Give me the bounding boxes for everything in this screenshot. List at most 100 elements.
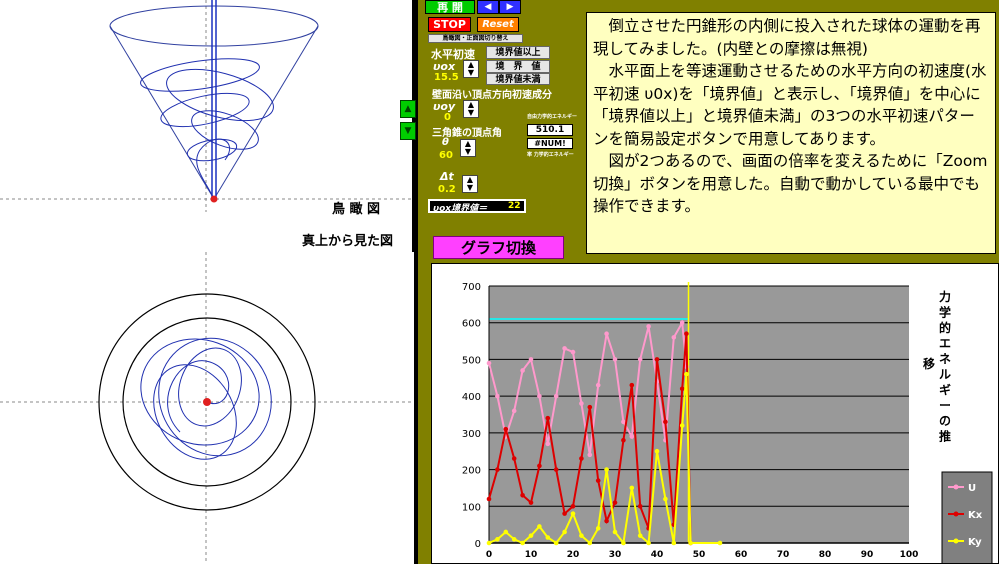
stop-button[interactable]: STOP xyxy=(428,17,471,32)
reset-button[interactable]: Reset xyxy=(477,17,519,32)
data-point-Kx xyxy=(663,419,668,425)
data-point-U xyxy=(520,368,525,373)
data-point-Ky xyxy=(595,526,601,531)
top-view-label: 真上から見た図 xyxy=(302,234,394,249)
legend-label-U: U xyxy=(968,483,976,494)
data-point-Ky xyxy=(629,485,635,491)
data-point-Kx xyxy=(503,426,509,432)
boundary-value: 22 xyxy=(508,201,521,211)
data-point-U xyxy=(537,393,542,399)
left-arrow-icon: ◀ xyxy=(484,2,492,12)
data-point-Kx xyxy=(595,478,601,483)
data-point-Ky xyxy=(684,371,689,377)
data-point-U xyxy=(604,331,609,337)
data-point-Ky xyxy=(663,496,668,502)
x-tick-label: 100 xyxy=(900,550,919,560)
data-point-U xyxy=(646,324,651,329)
boundary-button[interactable]: 境 界 値 xyxy=(486,60,550,73)
data-point-U xyxy=(579,401,584,406)
step-forward-button[interactable]: ▶ xyxy=(499,0,521,14)
data-point-Ky xyxy=(646,540,651,546)
data-point-Kx xyxy=(579,456,584,461)
data-point-Kx xyxy=(684,331,689,337)
x-tick-label: 40 xyxy=(651,550,664,560)
scroll-up-button[interactable]: ▲ xyxy=(400,100,416,118)
chart-title-char: ネ xyxy=(939,352,951,366)
chart-title-char: ー xyxy=(939,399,951,413)
boundary-value-box: υox境界値＝ 22 xyxy=(428,199,526,214)
legend-label-Kx: Kx xyxy=(968,510,983,521)
y-tick-label: 200 xyxy=(462,466,481,477)
bird-view-label: 鳥 瞰 図 xyxy=(320,200,392,220)
legend-box xyxy=(941,471,993,563)
data-point-U xyxy=(570,349,576,355)
data-point-Ky xyxy=(654,448,660,454)
energy-chart-svg: 0 100 200 300 400 500 600 700 0 10 20 30 40 50 60 70 80 9… xyxy=(462,282,993,563)
data-point-Kx xyxy=(545,415,551,421)
below-boundary-button[interactable]: 境界値未満 xyxy=(486,73,550,85)
data-point-Ky xyxy=(671,540,677,546)
chart-title-char: の xyxy=(939,414,951,428)
legend-marker-Ky xyxy=(953,538,959,544)
view-labels-strip: 鳥 瞰 図 真上から見た図 xyxy=(0,200,414,252)
x-tick-label: 60 xyxy=(735,550,748,560)
view-toggle-button[interactable]: 鳥瞰図・正面図切り替え xyxy=(428,34,523,43)
resume-button[interactable]: 再 開 xyxy=(425,0,475,14)
data-point-U xyxy=(545,441,551,447)
data-point-Ky xyxy=(612,529,618,535)
data-point-Kx xyxy=(562,511,567,516)
data-point-U xyxy=(587,452,593,458)
data-point-U xyxy=(595,382,601,388)
data-point-U xyxy=(629,434,635,439)
data-point-Ky xyxy=(520,540,525,546)
legend-marker-U xyxy=(953,484,959,490)
description-paragraph-3: 図が2つあるので、画面の倍率を変えるために「Zoom切換」ボタンを用意した。自動… xyxy=(593,152,988,215)
wall-initial-label: 壁面沿い頂点方向初速成分 xyxy=(432,90,552,101)
top-ball-marker xyxy=(203,398,211,406)
stepper-down-icon: ▼ xyxy=(464,147,472,156)
data-point-Kx xyxy=(495,467,500,472)
data-point-Ky xyxy=(688,540,693,546)
chart-title-char: ル xyxy=(939,368,951,382)
data-point-Ky xyxy=(553,540,559,546)
x-tick-label: 20 xyxy=(567,550,580,560)
data-point-Kx xyxy=(486,496,492,502)
y-tick-label: 500 xyxy=(462,355,481,366)
theta-stepper[interactable]: ▲ ▼ xyxy=(460,139,476,157)
graph-toggle-button[interactable]: グラフ切換 xyxy=(433,236,564,259)
data-point-Ky xyxy=(679,423,685,428)
description-paragraph-2: 水平面上を等速運動させるための水平方向の初速度(水平初速 υ0x)を「境界値」と… xyxy=(593,62,987,148)
vox-stepper[interactable]: ▲ ▼ xyxy=(463,60,479,78)
y-tick-label: 400 xyxy=(462,392,481,403)
dt-stepper[interactable]: ▲ ▼ xyxy=(462,175,478,193)
dt-value: 0.2 xyxy=(438,184,456,195)
chart-title-char: ギ xyxy=(939,382,951,397)
y-tick-label: 700 xyxy=(462,282,481,293)
data-point-U xyxy=(486,360,492,366)
chart-title-char: 的 xyxy=(939,320,951,335)
data-point-Ky xyxy=(537,524,542,529)
above-boundary-button[interactable]: 境界値以上 xyxy=(486,46,550,59)
description-box: 倒立させた円錐形の内側に投入された球体の運動を再現してみました。(内壁との摩擦は… xyxy=(586,12,996,254)
dt-label: Δt xyxy=(440,170,454,183)
stepper-down-icon: ▼ xyxy=(467,108,475,117)
data-point-Kx xyxy=(520,492,525,498)
chart-title-char: 推 xyxy=(939,429,951,444)
voy-value: 0 xyxy=(444,112,451,123)
scroll-down-button[interactable]: ▼ xyxy=(400,122,416,140)
x-tick-label: 0 xyxy=(486,550,492,560)
data-point-Ky xyxy=(570,511,576,516)
top-down-view xyxy=(0,252,414,564)
step-back-button[interactable]: ◀ xyxy=(477,0,499,14)
data-point-Ky xyxy=(637,533,643,538)
data-point-Ky xyxy=(579,533,584,538)
data-point-U xyxy=(612,357,618,362)
chart-title-char: 力 xyxy=(939,289,951,304)
data-point-U xyxy=(553,393,559,399)
data-point-Kx xyxy=(679,386,685,392)
y-tick-label: 600 xyxy=(462,319,481,330)
bird-eye-view xyxy=(0,0,414,212)
data-point-Ky xyxy=(503,529,509,535)
ball-marker xyxy=(210,195,218,203)
voy-stepper[interactable]: ▲ ▼ xyxy=(463,100,479,118)
